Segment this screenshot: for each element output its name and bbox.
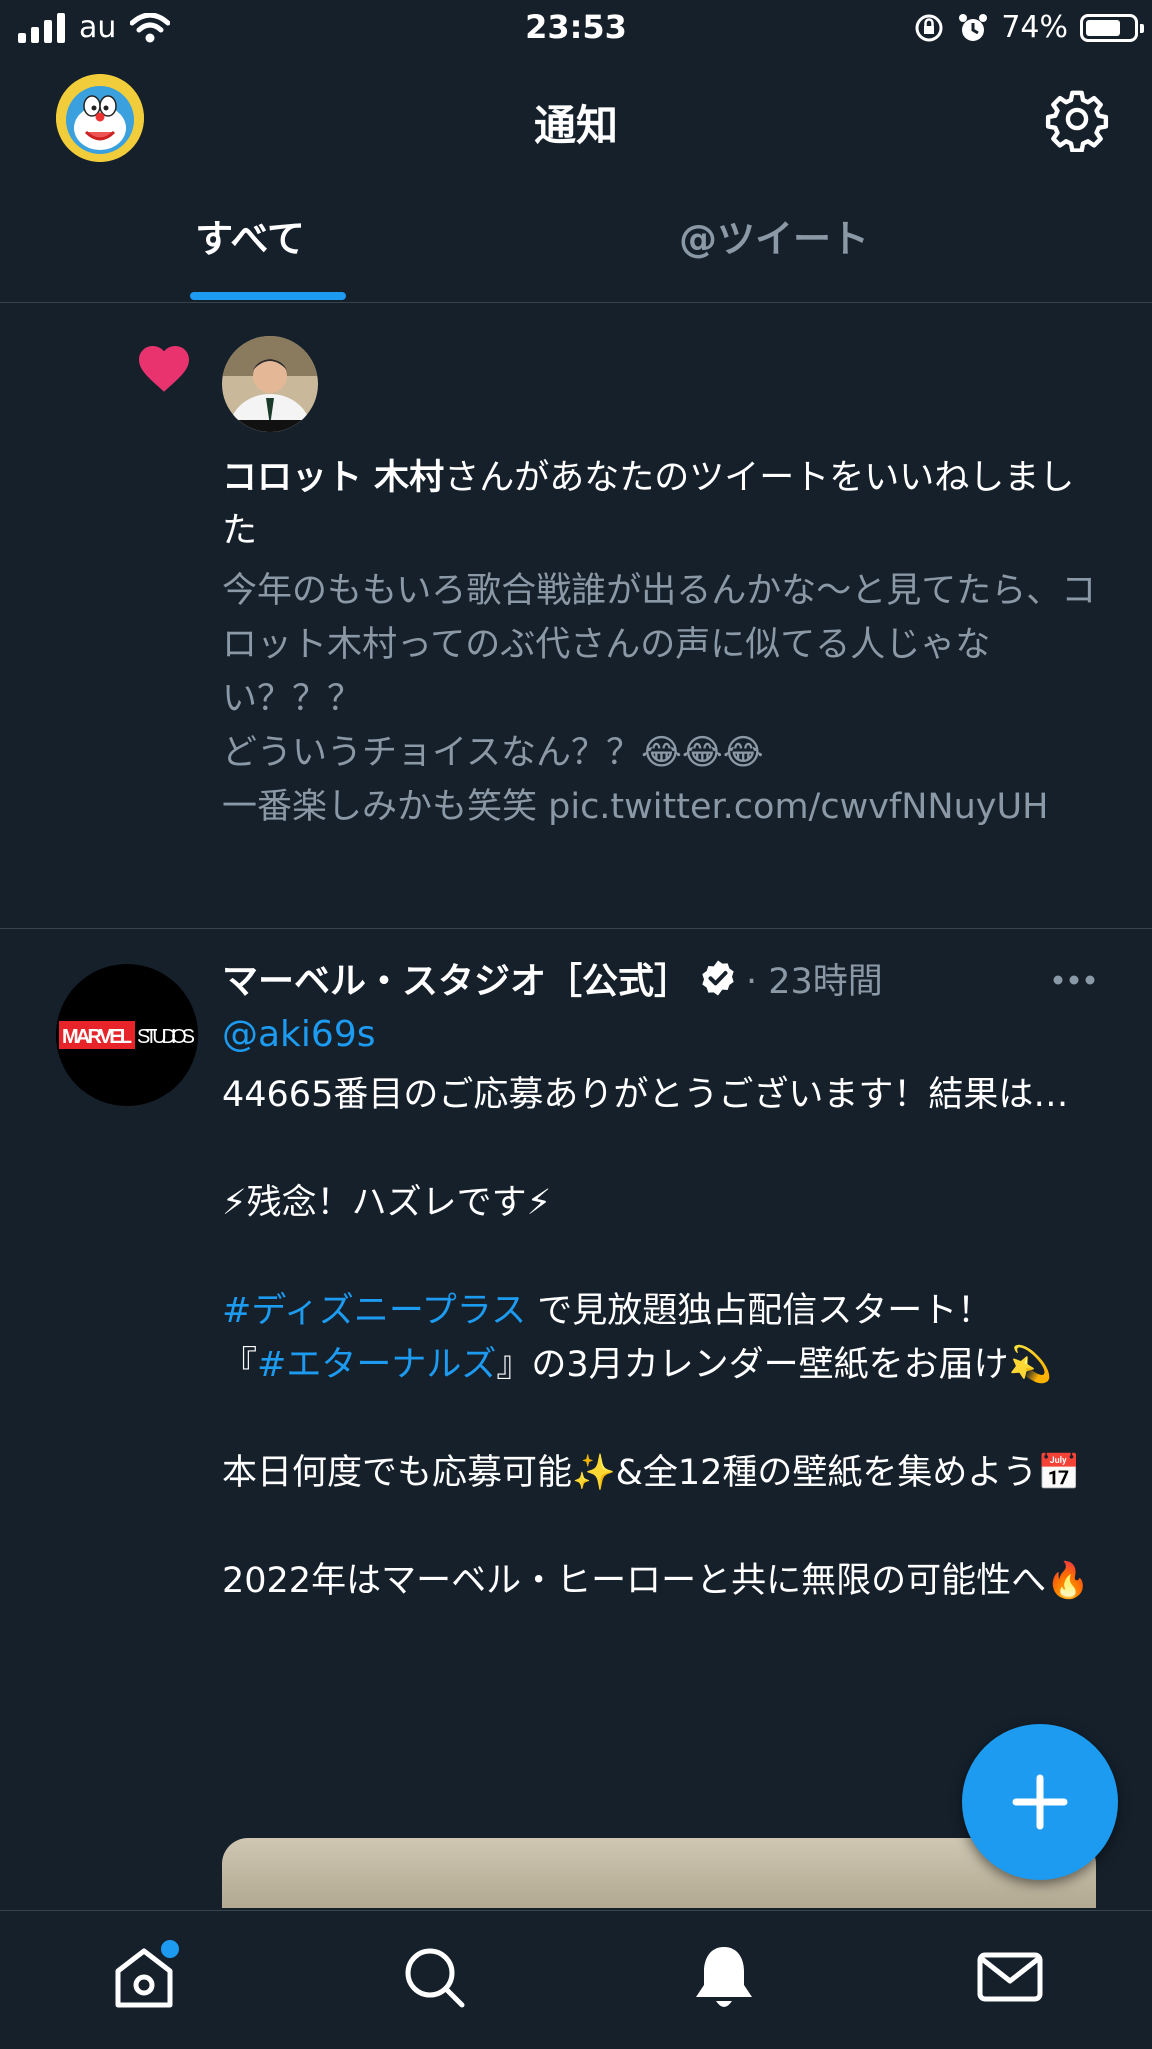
tweet-line: 44665番目のご応募ありがとうございます！結果は…: [222, 1075, 1069, 1115]
more-options-icon[interactable]: [1052, 974, 1096, 986]
nav-home[interactable]: [104, 1937, 184, 2017]
alarm-icon: [959, 13, 988, 41]
hashtag-link[interactable]: #エターナルズ: [257, 1345, 496, 1385]
avatar-logo-text: MARVEL: [62, 1026, 132, 1048]
mail-icon: [977, 1952, 1043, 2002]
nav-messages[interactable]: [970, 1937, 1050, 2017]
gear-icon[interactable]: [1044, 86, 1110, 153]
tweet-timestamp: · 23時間: [746, 961, 883, 1002]
author-avatar[interactable]: MARVEL STUDIOS: [56, 964, 198, 1106]
compose-tweet-button[interactable]: [962, 1724, 1118, 1880]
verified-badge-icon: [702, 960, 734, 996]
heart-icon: [139, 346, 189, 392]
plus-icon: [1012, 1774, 1068, 1830]
nav-notifications[interactable]: [684, 1937, 764, 2017]
liked-tweet-text: 今年のももいろ歌合戦誰が出るんかな〜と見てたら、コロット木村ってのぶ代さんの声に…: [222, 571, 1097, 827]
status-bar: au 23:53 74%: [0, 0, 1152, 58]
page-title: 通知: [533, 101, 618, 150]
tweet-body: 44665番目のご応募ありがとうございます！結果は… ⚡残念！ハズレです⚡ #デ…: [222, 1068, 1102, 1608]
notification-tabs: すべて @ツイート: [0, 178, 1152, 303]
hashtag-link[interactable]: #ディズニープラス: [222, 1291, 526, 1331]
like-notification-text: コロット 木村さんがあなたのツイートをいいねしました: [222, 452, 1102, 558]
nav-search[interactable]: [394, 1937, 474, 2017]
tweet-line: ⚡残念！ハズレです⚡: [222, 1183, 552, 1223]
battery-percent: 74%: [1001, 10, 1068, 45]
like-notification[interactable]: コロット 木村さんがあなたのツイートをいいねしました 今年のももいろ歌合戦誰が出…: [0, 302, 1152, 929]
tweet-text-fragment: 『: [222, 1345, 258, 1385]
tweet-text-fragment: 』の3月カレンダー壁紙をお届け💫: [496, 1345, 1053, 1385]
settings-button[interactable]: [1044, 86, 1110, 153]
rotation-lock-icon: [915, 14, 943, 41]
liker-name[interactable]: コロット 木村: [222, 458, 444, 498]
tweet-line: 2022年はマーベル・ヒーローと共に無限の可能性へ🔥: [222, 1561, 1090, 1601]
bell-icon: [696, 1947, 752, 2007]
search-icon: [405, 1948, 465, 2008]
home-notification-dot: [158, 1937, 182, 1961]
battery-icon: [1080, 13, 1144, 42]
liker-avatar[interactable]: [222, 336, 318, 432]
reply-to-handle[interactable]: @aki69s: [222, 1014, 375, 1055]
active-tab-indicator: [190, 292, 346, 300]
author-name[interactable]: マーベル・スタジオ［公式］: [222, 952, 690, 1004]
bottom-nav: [0, 1910, 1152, 2049]
tweet-line: 本日何度でも応募可能✨&全12種の壁紙を集めよう📅: [222, 1453, 1081, 1493]
header: 通知: [0, 58, 1152, 178]
tab-mentions[interactable]: @ツイート: [576, 178, 1152, 302]
svg-text:STUDIOS: STUDIOS: [137, 1026, 195, 1048]
tab-all[interactable]: すべて: [0, 178, 576, 302]
tweet-text-fragment: で見放題独占配信スタート！: [526, 1291, 993, 1331]
